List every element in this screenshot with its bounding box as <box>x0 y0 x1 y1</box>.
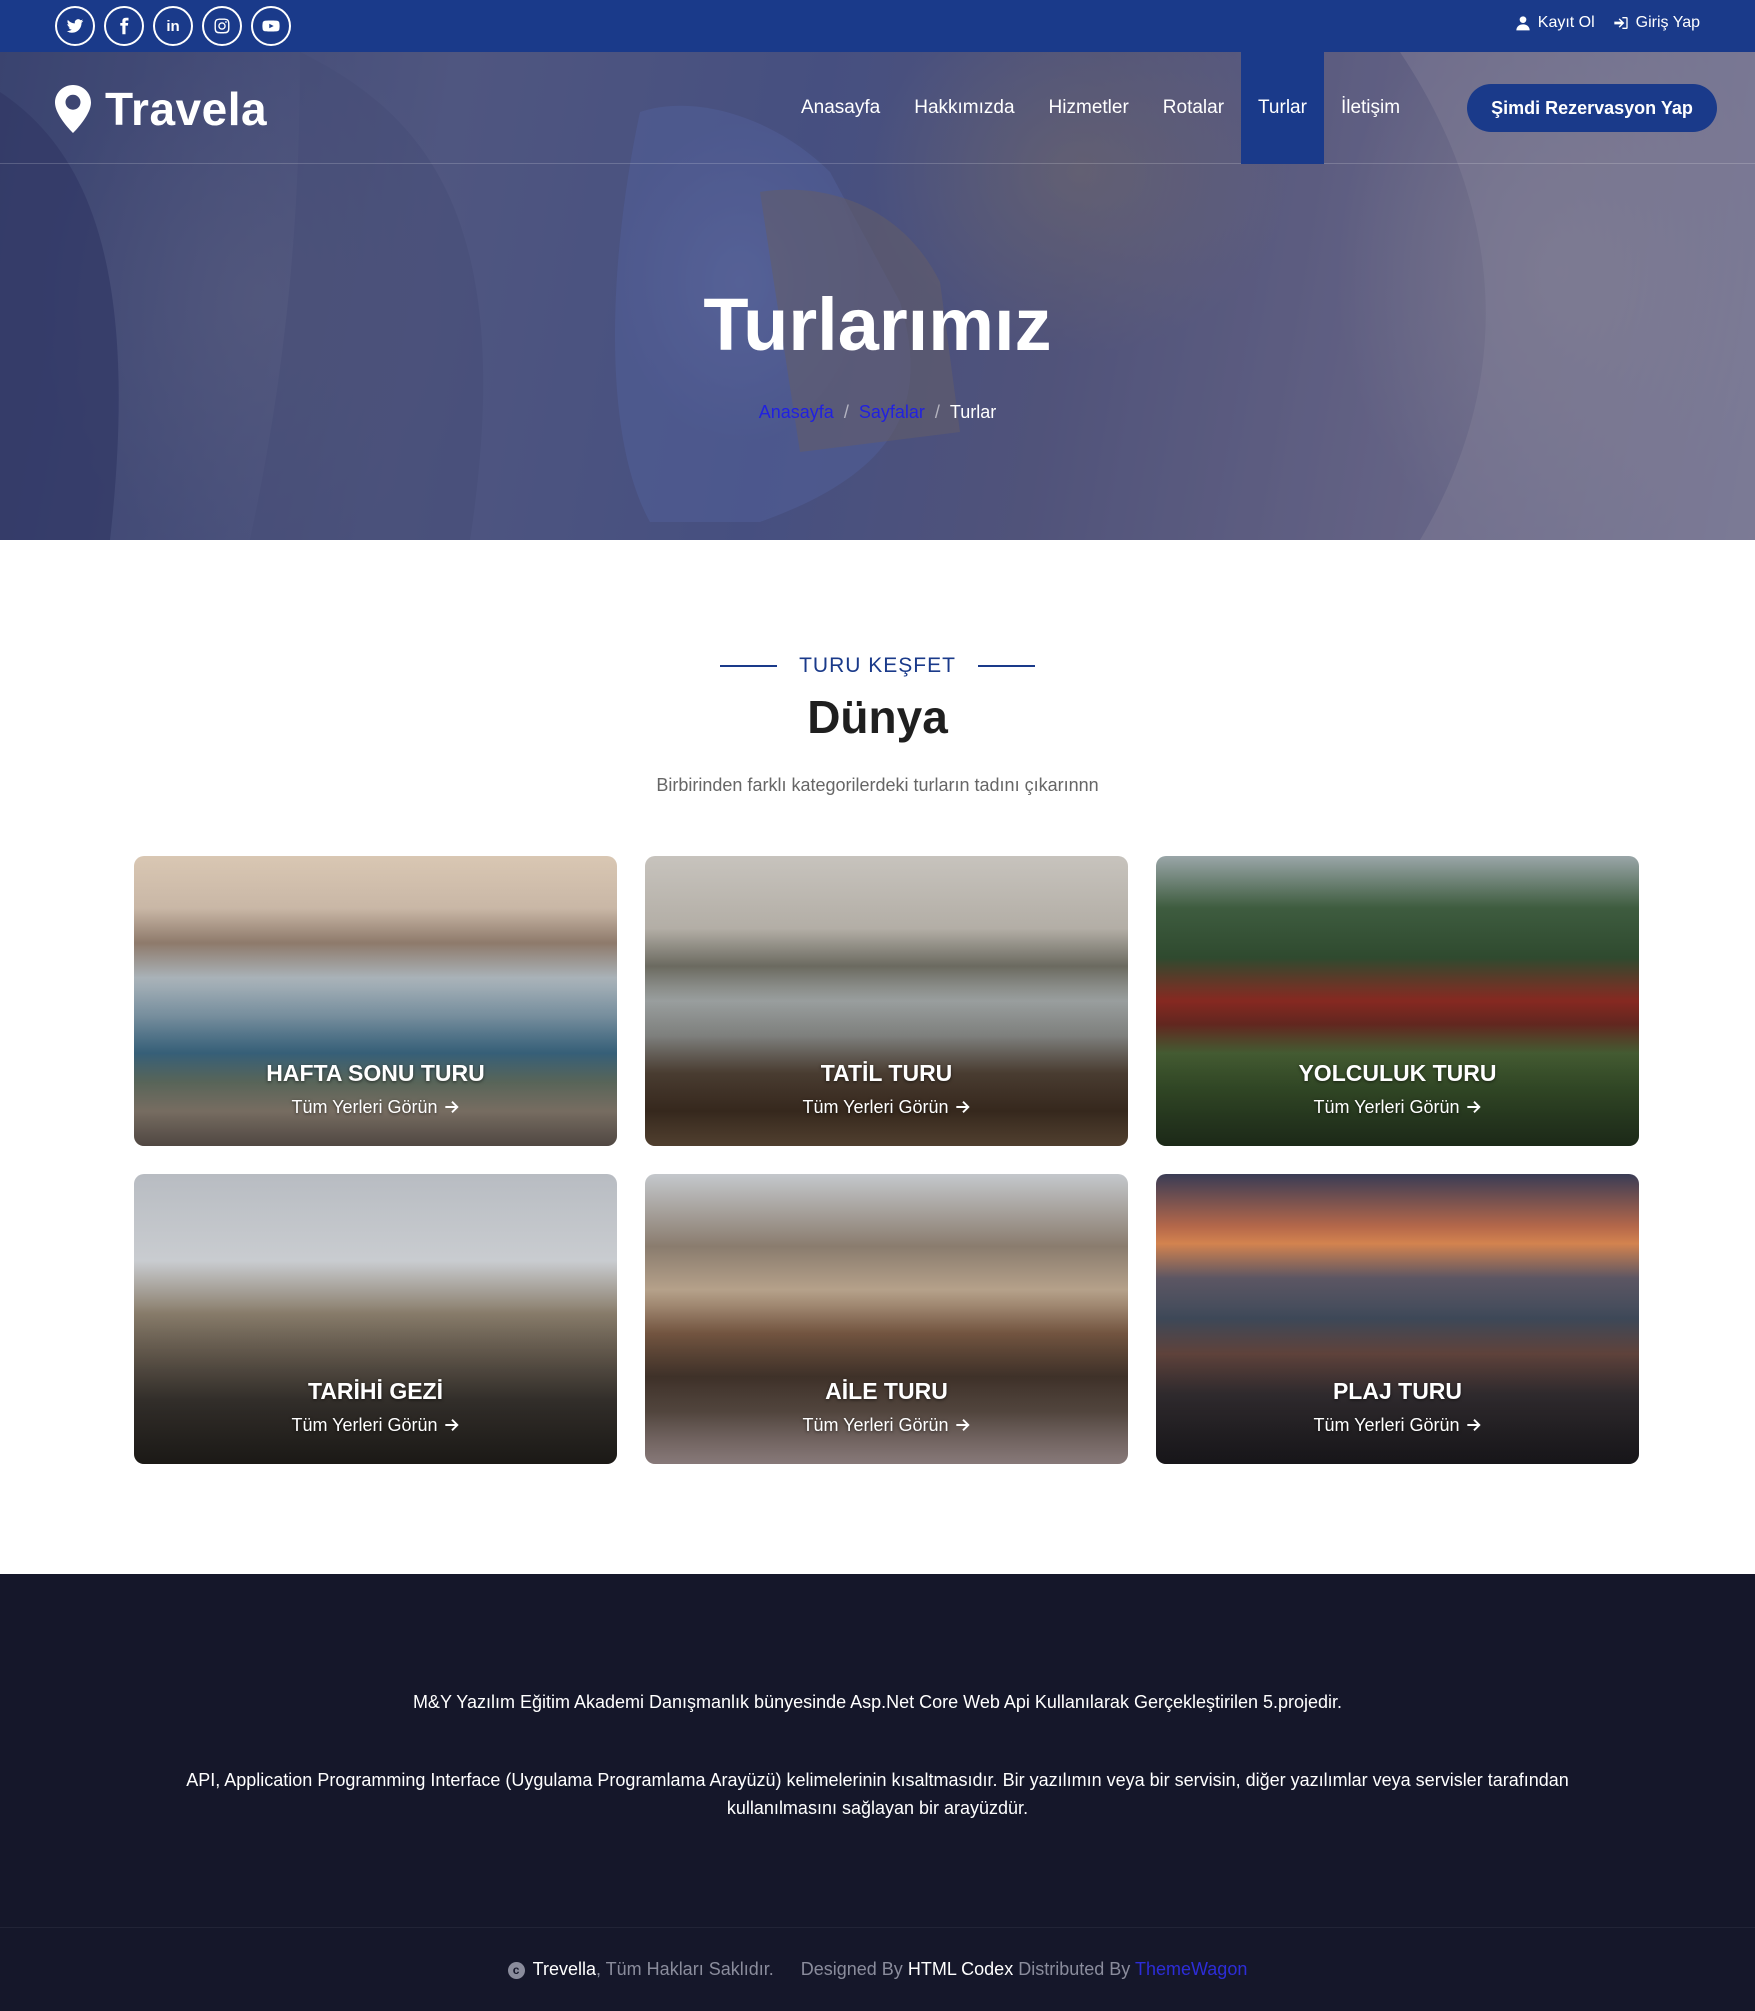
footer: M&Y Yazılım Eğitim Akademi Danışmanlık b… <box>0 1574 1755 2011</box>
user-icon <box>1516 16 1530 31</box>
tour-card-holiday[interactable]: TATİL TURU Tüm Yerleri Görün <box>645 856 1128 1146</box>
breadcrumb: Anasayfa / Sayfalar / Turlar <box>0 402 1755 423</box>
nav-item-hizmetler[interactable]: Hizmetler <box>1032 52 1146 164</box>
distributed-by-label: Distributed By <box>1018 1959 1131 1979</box>
linkedin-icon[interactable]: in <box>153 6 193 46</box>
designed-by-label: Designed By <box>800 1959 903 1979</box>
section-heading: Dünya <box>807 691 948 743</box>
register-label: Kayıt Ol <box>1537 14 1595 31</box>
section-eyebrow: TURU KEŞFET <box>0 654 1755 678</box>
nav-item-iletisim[interactable]: İletişim <box>1324 52 1417 164</box>
brand-name: Travela <box>105 83 268 135</box>
sign-in-icon <box>1614 17 1628 29</box>
facebook-icon[interactable] <box>104 6 144 46</box>
tour-card-link[interactable]: Tüm Yerleri Görün <box>645 1097 1128 1118</box>
eyebrow-line-right <box>977 665 1035 667</box>
footer-project-note: M&Y Yazılım Eğitim Akademi Danışmanlık b… <box>412 1692 1343 1712</box>
distributor-link[interactable]: ThemeWagon <box>1135 1959 1247 1979</box>
breadcrumb-separator: / <box>934 402 940 422</box>
tour-card-weekend[interactable]: HAFTA SONU TURU Tüm Yerleri Görün <box>134 856 617 1146</box>
breadcrumb-pages[interactable]: Sayfalar <box>859 402 925 422</box>
social-links: in <box>55 6 291 46</box>
copyright-rights: , Tüm Hakları Saklıdır. <box>596 1959 774 1979</box>
book-now-button[interactable]: Şimdi Rezervasyon Yap <box>1467 84 1717 132</box>
nav-item-turlar[interactable]: Turlar <box>1241 52 1324 164</box>
map-marker-icon <box>55 85 91 133</box>
tour-card-historic[interactable]: TARİHİ GEZİ Tüm Yerleri Görün <box>134 1174 617 1464</box>
breadcrumb-home[interactable]: Anasayfa <box>759 402 834 422</box>
nav-menu: Anasayfa Hakkımızda Hizmetler Rotalar Tu… <box>784 52 1417 164</box>
nav-item-anasayfa[interactable]: Anasayfa <box>784 52 897 164</box>
breadcrumb-current: Turlar <box>949 402 997 422</box>
login-link[interactable]: Giriş Yap <box>1613 14 1700 32</box>
section-subtitle: Birbirinden farklı kategorilerdeki turla… <box>656 775 1099 795</box>
tour-card-link[interactable]: Tüm Yerleri Görün <box>645 1415 1128 1436</box>
main-navbar: Travela Anasayfa Hakkımızda Hizmetler Ro… <box>0 52 1755 164</box>
arrow-right-icon <box>444 1419 459 1431</box>
copyright-brand[interactable]: Trevella <box>533 1959 596 1979</box>
eyebrow-text: TURU KEŞFET <box>799 654 956 677</box>
nav-item-hakkimizda[interactable]: Hakkımızda <box>897 52 1031 164</box>
tour-card-title: YOLCULUK TURU <box>1298 1060 1497 1086</box>
instagram-icon[interactable] <box>202 6 242 46</box>
arrow-right-icon <box>955 1101 970 1113</box>
tour-card-link[interactable]: Tüm Yerleri Görün <box>134 1415 617 1436</box>
register-link[interactable]: Kayıt Ol <box>1515 14 1595 32</box>
tour-card-family[interactable]: AİLE TURU Tüm Yerleri Görün <box>645 1174 1128 1464</box>
copyright: c Trevella, Tüm Hakları Saklıdır. Designe… <box>0 1959 1755 1980</box>
tour-card-title: TATİL TURU <box>820 1060 953 1086</box>
arrow-right-icon <box>1466 1419 1481 1431</box>
tour-card-title: TARİHİ GEZİ <box>307 1378 443 1404</box>
breadcrumb-separator: / <box>843 402 849 422</box>
tour-card-link[interactable]: Tüm Yerleri Görün <box>1156 1097 1639 1118</box>
copyright-icon: c <box>507 1962 525 1979</box>
arrow-right-icon <box>1466 1101 1481 1113</box>
page-title: Turlarımız <box>703 283 1052 366</box>
tour-card-title: AİLE TURU <box>825 1378 948 1404</box>
brand-logo[interactable]: Travela <box>55 82 267 136</box>
arrow-right-icon <box>444 1101 459 1113</box>
login-label: Giriş Yap <box>1635 14 1700 31</box>
tour-card-title: HAFTA SONU TURU <box>266 1060 485 1086</box>
top-bar: in Kayıt Ol Giriş Yap <box>0 0 1755 52</box>
auth-links: Kayıt Ol Giriş Yap <box>1515 14 1700 32</box>
footer-divider <box>0 1927 1755 1928</box>
tour-card-title: PLAJ TURU <box>1332 1378 1463 1404</box>
tour-card-link[interactable]: Tüm Yerleri Görün <box>134 1097 617 1118</box>
tour-card-journey[interactable]: YOLCULUK TURU Tüm Yerleri Görün <box>1156 856 1639 1146</box>
hero-banner: Travela Anasayfa Hakkımızda Hizmetler Ro… <box>0 52 1755 540</box>
arrow-right-icon <box>955 1419 970 1431</box>
footer-api-description: API, Application Programming Interface (… <box>186 1770 1569 1818</box>
youtube-icon[interactable] <box>251 6 291 46</box>
tour-grid: HAFTA SONU TURU Tüm Yerleri Görün TATİL … <box>134 856 1639 1464</box>
designer-link[interactable]: HTML Codex <box>908 1959 1013 1979</box>
tour-card-beach[interactable]: PLAJ TURU Tüm Yerleri Görün <box>1156 1174 1639 1464</box>
tour-card-link[interactable]: Tüm Yerleri Görün <box>1156 1415 1639 1436</box>
nav-item-rotalar[interactable]: Rotalar <box>1146 52 1241 164</box>
eyebrow-line-left <box>720 665 778 667</box>
twitter-icon[interactable] <box>55 6 95 46</box>
